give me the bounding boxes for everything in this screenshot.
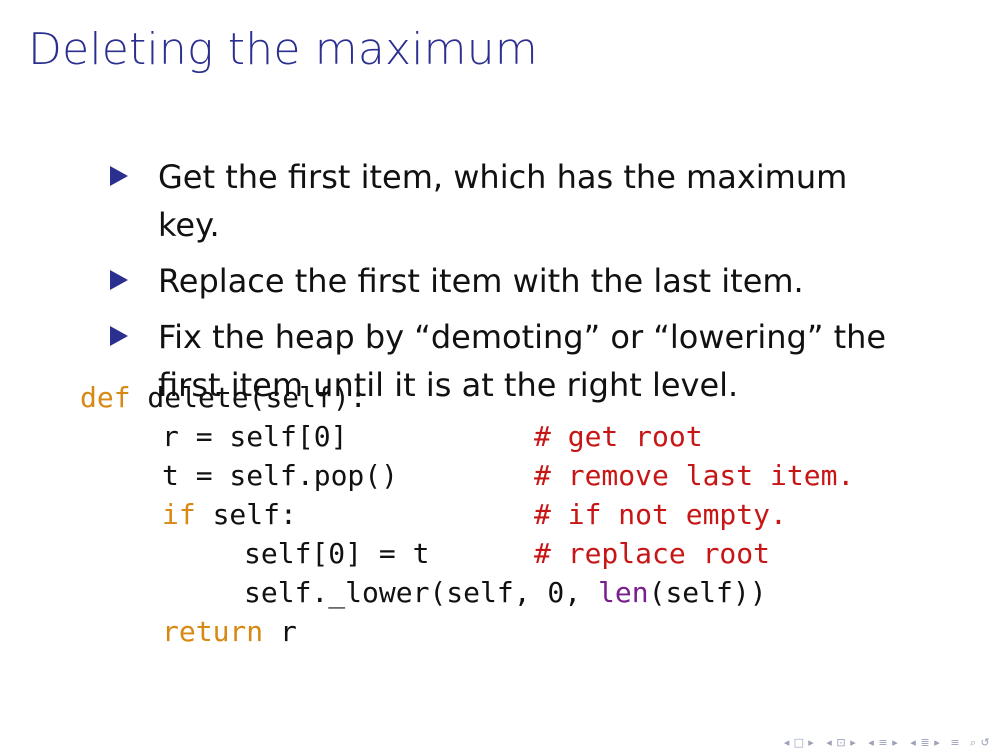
code-text: r <box>263 615 297 648</box>
code-line: r = self[0] # get root <box>80 417 960 456</box>
nav-subsection-icon[interactable]: ⊡ <box>836 737 846 748</box>
code-line: if self: # if not empty. <box>80 495 960 534</box>
nav-group: ⌕ ↺ <box>968 737 990 748</box>
code-keyword: def <box>80 381 131 414</box>
code-content: if self: <box>162 495 297 534</box>
code-keyword: return <box>162 615 264 648</box>
bullet-marker-icon <box>110 326 128 346</box>
nav-prev-frame-icon[interactable]: ◂ <box>782 737 792 748</box>
code-block: def delete(self): r = self[0] # get root t … <box>80 378 960 651</box>
nav-next-frame-icon[interactable]: ▸ <box>806 737 816 748</box>
nav-group: ◂ ⊡ ▸ <box>824 737 858 748</box>
code-line: self[0] = t # replace root <box>80 534 960 573</box>
nav-group: ◂ □ ▸ <box>782 737 816 748</box>
nav-prev-subsection-icon[interactable]: ◂ <box>824 737 834 748</box>
nav-frame-icon[interactable]: □ <box>794 737 804 748</box>
code-comment: # replace root <box>534 537 771 570</box>
code-text: self: <box>195 498 297 531</box>
bullet-marker-icon <box>110 166 128 186</box>
code-content: r = self[0] <box>162 417 347 456</box>
nav-section-icon[interactable]: ≡ <box>878 737 888 748</box>
slide-title: Deleting the maximum <box>28 24 538 75</box>
code-text: self[0] = t <box>244 537 430 570</box>
nav-next-section-icon[interactable]: ▸ <box>890 737 900 748</box>
code-line: t = self.pop() # remove last item. <box>80 456 960 495</box>
code-content: self._lower(self, 0, len(self)) <box>244 573 767 612</box>
nav-back-icon[interactable]: ↺ <box>980 737 990 748</box>
code-content: def delete(self): <box>80 378 367 417</box>
nav-next-slide-group-icon[interactable]: ▸ <box>932 737 942 748</box>
nav-search-icon[interactable]: ⌕ <box>968 737 978 748</box>
nav-group: ◂ ≡ ▸ <box>866 737 900 748</box>
code-comment: # remove last item. <box>534 459 855 492</box>
code-line: self._lower(self, 0, len(self)) <box>80 573 960 612</box>
code-content: return r <box>162 612 297 651</box>
nav-appendix-icon[interactable]: ≡ <box>950 737 960 748</box>
code-text: t = self.pop() <box>162 459 399 492</box>
code-text: r = self[0] <box>162 420 348 453</box>
code-line: def delete(self): <box>80 378 960 417</box>
code-keyword: if <box>162 498 196 531</box>
code-builtin: len <box>598 576 649 609</box>
code-line: return r <box>80 612 960 651</box>
nav-slide-group-icon[interactable]: ≣ <box>920 737 930 748</box>
bullet-item: Replace the first item with the last ite… <box>110 257 950 305</box>
nav-next-subsection-icon[interactable]: ▸ <box>848 737 858 748</box>
nav-group: ◂ ≣ ▸ <box>908 737 942 748</box>
nav-prev-section-icon[interactable]: ◂ <box>866 737 876 748</box>
code-content: t = self.pop() <box>162 456 398 495</box>
bullet-marker-icon <box>110 270 128 290</box>
code-text: delete(self): <box>130 381 367 414</box>
bullet-item: Get the first item, which has the maximu… <box>110 153 950 249</box>
code-content: self[0] = t <box>244 534 429 573</box>
code-comment: # if not empty. <box>534 498 787 531</box>
code-text: (self)) <box>648 576 767 609</box>
code-comment: # get root <box>534 420 703 453</box>
nav-group: ≡ <box>950 737 960 748</box>
code-text: self._lower(self, 0, <box>244 576 599 609</box>
bullet-text: Get the first item, which has the maximu… <box>158 158 848 244</box>
nav-prev-slide-group-icon[interactable]: ◂ <box>908 737 918 748</box>
beamer-navigation: ◂ □ ▸ ◂ ⊡ ▸ ◂ ≡ ▸ ◂ ≣ ▸ ≡ ⌕ ↺ <box>782 737 990 748</box>
bullet-text: Replace the first item with the last ite… <box>158 262 804 300</box>
